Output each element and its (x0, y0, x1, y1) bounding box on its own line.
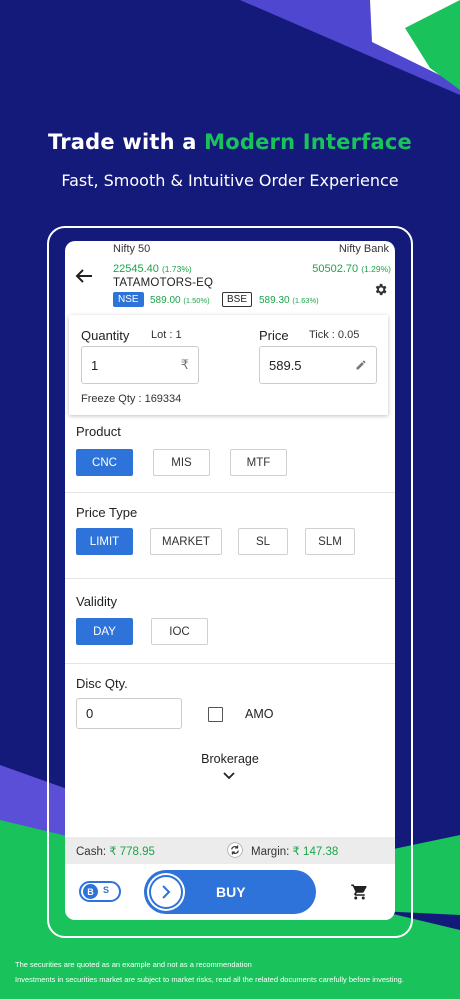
cart-icon[interactable] (350, 883, 369, 901)
rupee-icon: ₹ (180, 357, 189, 372)
disc-qty-input[interactable]: 0 (76, 698, 182, 729)
bottom-action-bar: B S BUY (65, 864, 395, 920)
subline: Fast, Smooth & Intuitive Order Experienc… (61, 171, 399, 190)
cash-info: Cash: ₹ 778.95 (76, 846, 155, 858)
product-title: Product (76, 424, 121, 439)
chevron-right-icon (162, 885, 171, 899)
funds-bar: Cash: ₹ 778.95 Margin: ₹ 147.38 (65, 837, 395, 864)
price-type-limit-option[interactable]: LIMIT (76, 528, 133, 555)
index2-value: 50502.70 (1.29%) (312, 263, 391, 275)
back-arrow-icon[interactable] (75, 268, 93, 284)
product-mis-option[interactable]: MIS (153, 449, 210, 476)
chevron-down-icon[interactable] (223, 772, 235, 780)
index1-name: Nifty 50 (113, 243, 151, 255)
bse-exchange-tab[interactable]: BSE (222, 292, 253, 307)
quantity-value: 1 (91, 357, 99, 373)
nse-exchange-tab[interactable]: NSE (113, 292, 144, 307)
validity-section: Validity DAY IOC (65, 578, 395, 663)
buy-label: BUY (216, 884, 246, 900)
order-screen: Nifty 50 22545.40 (1.73%) Nifty Bank 505… (65, 241, 395, 920)
disc-qty-value: 0 (86, 706, 94, 721)
buy-slider-button[interactable]: BUY (144, 870, 316, 914)
headline: Trade with a Modern Interface (48, 130, 412, 154)
price-type-sl-option[interactable]: SL (238, 528, 288, 555)
symbol-name: TATAMOTORS-EQ (113, 277, 214, 289)
refresh-icon[interactable] (227, 842, 243, 858)
price-type-section: Price Type LIMIT MARKET SL SLM (65, 492, 395, 578)
margin-info: Margin: ₹ 147.38 (251, 846, 339, 858)
price-type-title: Price Type (76, 505, 138, 520)
validity-day-option[interactable]: DAY (76, 618, 133, 645)
bse-price: 589.30 (1.63%) (259, 295, 319, 306)
quote-header: Nifty 50 22545.40 (1.73%) Nifty Bank 505… (65, 241, 395, 313)
brokerage-label[interactable]: Brokerage (65, 752, 395, 766)
freeze-qty: Freeze Qty : 169334 (81, 393, 182, 405)
buy-sell-toggle[interactable]: B S (79, 881, 121, 902)
settings-gear-icon[interactable] (373, 282, 388, 297)
price-type-market-option[interactable]: MARKET (150, 528, 222, 555)
tick-label: Tick : 0.05 (309, 329, 360, 341)
quantity-price-card: Quantity Lot : 1 1 ₹ Price Tick : 0.05 5… (69, 315, 388, 415)
quantity-label: Quantity (81, 328, 130, 343)
price-value: 589.5 (269, 357, 302, 373)
toggle-b-knob: B (83, 884, 98, 899)
amo-checkbox[interactable] (208, 707, 223, 722)
index2-name: Nifty Bank (338, 243, 389, 255)
quantity-input[interactable]: 1 ₹ (81, 346, 199, 384)
nse-price: 589.00 (1.50%) (150, 295, 210, 306)
product-section: Product CNC MIS MTF (65, 416, 395, 493)
price-type-slm-option[interactable]: SLM (305, 528, 355, 555)
toggle-s-label: S (103, 885, 110, 895)
edit-pencil-icon[interactable] (355, 359, 367, 371)
disclaimer-market-risk: Investments in securities market are sub… (15, 975, 404, 984)
index1-value: 22545.40 (1.73%) (113, 263, 192, 275)
disc-qty-title: Disc Qty. (76, 676, 128, 691)
product-cnc-option[interactable]: CNC (76, 449, 133, 476)
validity-title: Validity (76, 594, 117, 609)
disclaimer-recommendation: The securities are quoted as an example … (15, 960, 252, 969)
lot-label: Lot : 1 (151, 329, 182, 341)
price-input[interactable]: 589.5 (259, 346, 377, 384)
disc-qty-section: Disc Qty. 0 AMO Brokerage (65, 663, 395, 837)
slide-handle[interactable] (147, 873, 185, 911)
validity-ioc-option[interactable]: IOC (151, 618, 208, 645)
price-label: Price (259, 328, 289, 343)
amo-label: AMO (245, 707, 274, 721)
product-mtf-option[interactable]: MTF (230, 449, 287, 476)
